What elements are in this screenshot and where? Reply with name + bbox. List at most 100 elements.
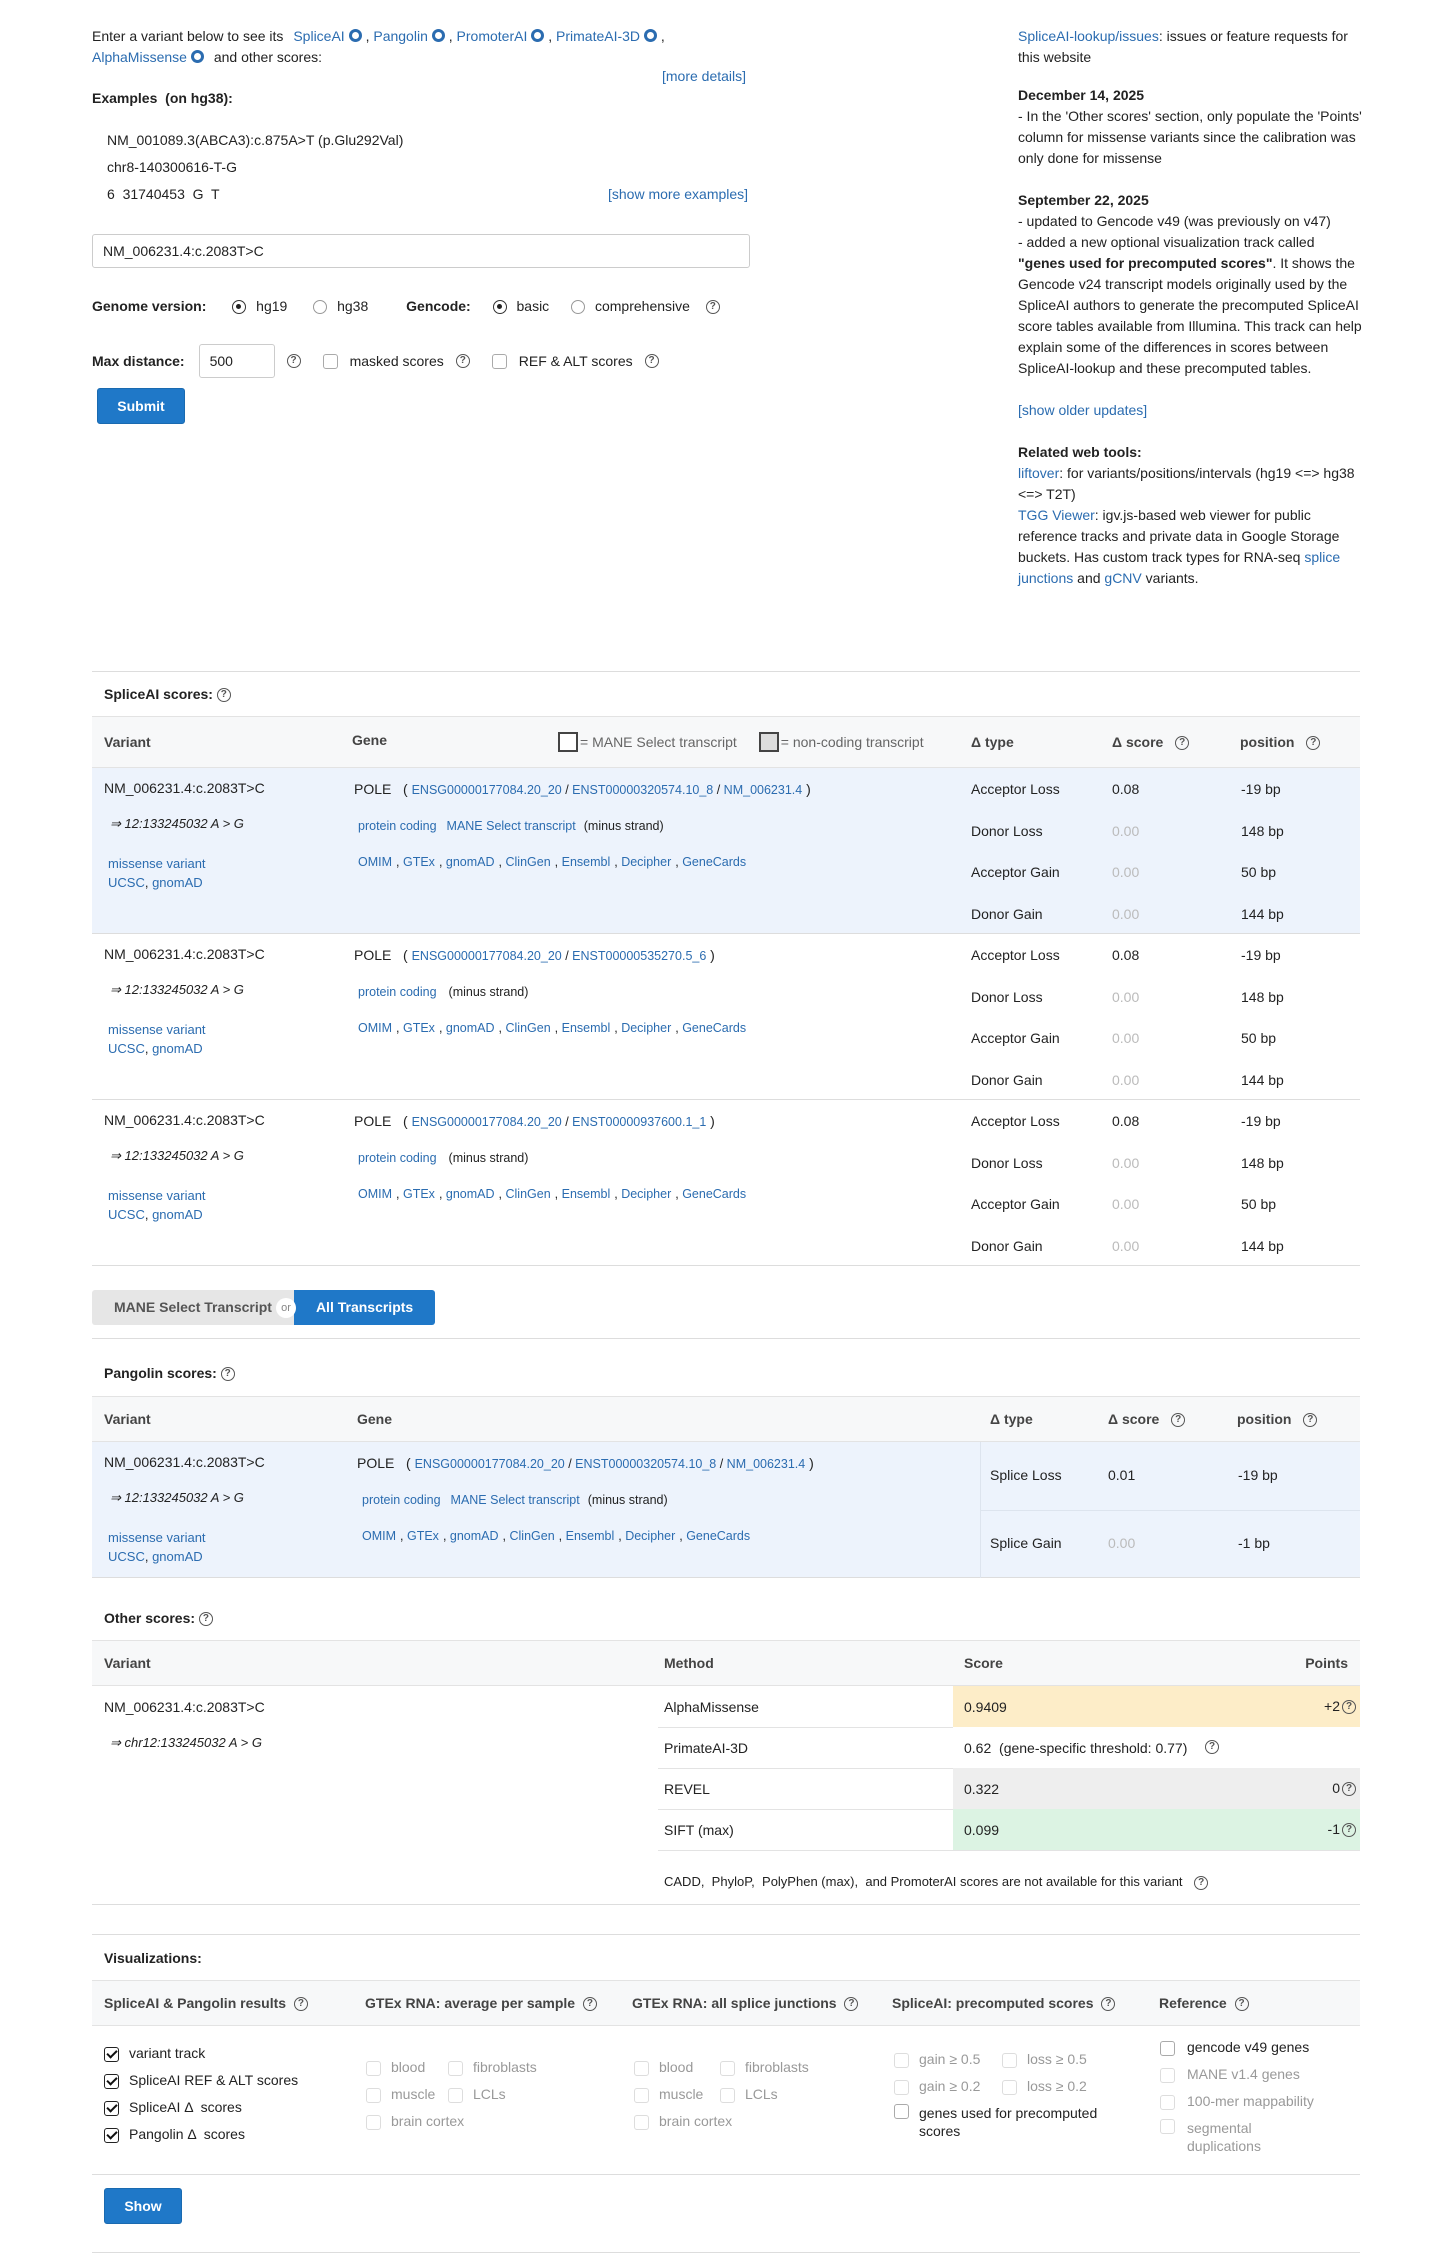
gnomad-link[interactable]: gnomAD — [152, 1207, 203, 1222]
biotype-link[interactable]: protein coding — [358, 819, 437, 833]
consequence-link[interactable]: missense variant — [108, 1530, 206, 1545]
help-icon[interactable]: ? — [844, 1997, 859, 2012]
consequence-link[interactable]: missense variant — [108, 856, 206, 871]
ensg-link[interactable]: ENSG00000177084.20_20 — [412, 949, 562, 963]
help-icon[interactable]: ? — [582, 1997, 597, 2012]
help-icon[interactable]: ? — [1194, 1875, 1209, 1890]
help-icon[interactable]: ? — [1342, 1700, 1356, 1715]
help-icon[interactable]: ? — [455, 354, 470, 368]
show-button[interactable]: Show — [104, 2188, 182, 2224]
help-icon[interactable]: ? — [1234, 1997, 1249, 2012]
example-1[interactable]: NM_001089.3(ABCA3):c.875A>T (p.Glu292Val… — [107, 132, 403, 148]
gene-resource-link[interactable]: ClinGen — [505, 1021, 550, 1035]
alphamissense-link[interactable]: AlphaMissense — [92, 49, 204, 65]
ucsc-link[interactable]: UCSC — [108, 1041, 145, 1056]
help-icon[interactable]: ? — [220, 1367, 235, 1382]
spliceai-link[interactable]: SpliceAI — [293, 28, 362, 44]
example-3[interactable]: 6 31740453 G T — [107, 186, 220, 202]
help-icon[interactable]: ? — [1303, 1413, 1318, 1428]
genes-precomputed-checkbox[interactable] — [894, 2104, 909, 2119]
checkbox[interactable] — [634, 2087, 649, 2103]
pangolin-delta-option[interactable]: Pangolin Δ scores — [104, 2121, 354, 2148]
gene-resource-link[interactable]: GTEx — [403, 855, 435, 869]
spliceai-delta-option[interactable]: SpliceAI Δ scores — [104, 2094, 354, 2121]
gene-resource-link[interactable]: GTEx — [407, 1529, 439, 1543]
checkbox[interactable] — [1002, 2052, 1017, 2068]
biotype-link[interactable]: protein coding — [358, 1151, 437, 1165]
ensg-link[interactable]: ENSG00000177084.20_20 — [412, 1115, 562, 1129]
gene-resource-link[interactable]: Ensembl — [566, 1529, 615, 1543]
checkbox[interactable] — [1160, 2040, 1175, 2056]
liftover-link[interactable]: liftover — [1018, 465, 1059, 481]
gene-resource-link[interactable]: Decipher — [621, 1187, 671, 1201]
variant-track-option[interactable]: variant track — [104, 2040, 354, 2067]
spliceai-ref-alt-option[interactable]: SpliceAI REF & ALT scores — [104, 2067, 354, 2094]
enst-link[interactable]: ENST00000320574.10_8 — [575, 1457, 716, 1471]
gene-resource-link[interactable]: Ensembl — [562, 1021, 611, 1035]
gene-resource-link[interactable]: OMIM — [358, 1187, 392, 1201]
gene-resource-link[interactable]: GTEx — [403, 1021, 435, 1035]
gene-resource-link[interactable]: gnomAD — [446, 855, 495, 869]
gnomad-link[interactable]: gnomAD — [152, 875, 203, 890]
checkbox[interactable] — [366, 2087, 381, 2103]
checkbox[interactable] — [720, 2060, 735, 2076]
ensg-link[interactable]: ENSG00000177084.20_20 — [412, 783, 562, 797]
help-icon[interactable]: ? — [1101, 1997, 1116, 2012]
ref-alt-scores-checkbox[interactable] — [491, 353, 507, 369]
checkbox[interactable] — [634, 2060, 649, 2076]
checkbox[interactable] — [634, 2114, 649, 2130]
biotype-link[interactable]: protein coding — [358, 985, 437, 999]
checkbox[interactable] — [104, 2127, 119, 2143]
gnomad-link[interactable]: gnomAD — [152, 1549, 203, 1564]
masked-scores-checkbox[interactable] — [322, 353, 338, 369]
gene-resource-link[interactable]: Decipher — [625, 1529, 675, 1543]
mane-select-link[interactable]: MANE Select transcript — [447, 819, 576, 833]
enst-link[interactable]: ENST00000535270.5_6 — [572, 949, 706, 963]
checkbox[interactable] — [448, 2060, 463, 2076]
variant-search-input[interactable]: NM_006231.4:c.2083T>C — [92, 234, 750, 268]
gcnv-link[interactable]: gCNV — [1104, 570, 1141, 586]
gene-resource-link[interactable]: ClinGen — [505, 1187, 550, 1201]
hg38-radio[interactable] — [313, 300, 328, 315]
hg19-radio[interactable] — [232, 300, 247, 315]
help-icon[interactable]: ? — [1171, 1413, 1186, 1428]
comprehensive-radio[interactable] — [571, 300, 586, 315]
issues-link[interactable]: SpliceAI-lookup/issues — [1018, 28, 1159, 44]
gene-resource-link[interactable]: gnomAD — [450, 1529, 499, 1543]
help-icon[interactable]: ? — [1175, 736, 1190, 751]
gene-resource-link[interactable]: GeneCards — [686, 1529, 750, 1543]
consequence-link[interactable]: missense variant — [108, 1022, 206, 1037]
help-icon[interactable]: ? — [705, 300, 720, 315]
help-icon[interactable]: ? — [216, 688, 231, 703]
show-more-examples-link[interactable]: [show more examples] — [608, 186, 748, 202]
checkbox[interactable] — [104, 2100, 119, 2116]
help-icon[interactable]: ? — [1205, 1740, 1219, 1754]
max-distance-input[interactable]: 500 — [198, 344, 275, 378]
promoterai-link[interactable]: PromoterAI — [457, 28, 545, 44]
checkbox[interactable] — [1160, 2067, 1175, 2083]
checkbox[interactable] — [104, 2046, 119, 2062]
consequence-link[interactable]: missense variant — [108, 1188, 206, 1203]
show-older-updates-link[interactable]: [show older updates] — [1018, 402, 1147, 418]
submit-button[interactable]: Submit — [97, 388, 185, 424]
help-icon[interactable]: ? — [286, 354, 301, 368]
checkbox[interactable] — [894, 2052, 909, 2068]
gene-resource-link[interactable]: OMIM — [362, 1529, 396, 1543]
gene-resource-link[interactable]: GeneCards — [682, 855, 746, 869]
gene-resource-link[interactable]: GeneCards — [682, 1021, 746, 1035]
ensg-link[interactable]: ENSG00000177084.20_20 — [415, 1457, 565, 1471]
refseq-link[interactable]: NM_006231.4 — [724, 783, 803, 797]
gene-resource-link[interactable]: Ensembl — [562, 855, 611, 869]
help-icon[interactable]: ? — [198, 1612, 213, 1627]
ucsc-link[interactable]: UCSC — [108, 875, 145, 890]
help-icon[interactable]: ? — [1342, 1782, 1356, 1797]
enst-link[interactable]: ENST00000937600.1_1 — [572, 1115, 706, 1129]
refseq-link[interactable]: NM_006231.4 — [727, 1457, 806, 1471]
primateai-link[interactable]: PrimateAI-3D — [556, 28, 658, 44]
gene-resource-link[interactable]: gnomAD — [446, 1187, 495, 1201]
gene-resource-link[interactable]: Decipher — [621, 855, 671, 869]
tgg-viewer-link[interactable]: TGG Viewer — [1018, 507, 1095, 523]
checkbox[interactable] — [366, 2060, 381, 2076]
example-2[interactable]: chr8-140300616-T-G — [107, 159, 237, 175]
checkbox[interactable] — [894, 2079, 909, 2095]
